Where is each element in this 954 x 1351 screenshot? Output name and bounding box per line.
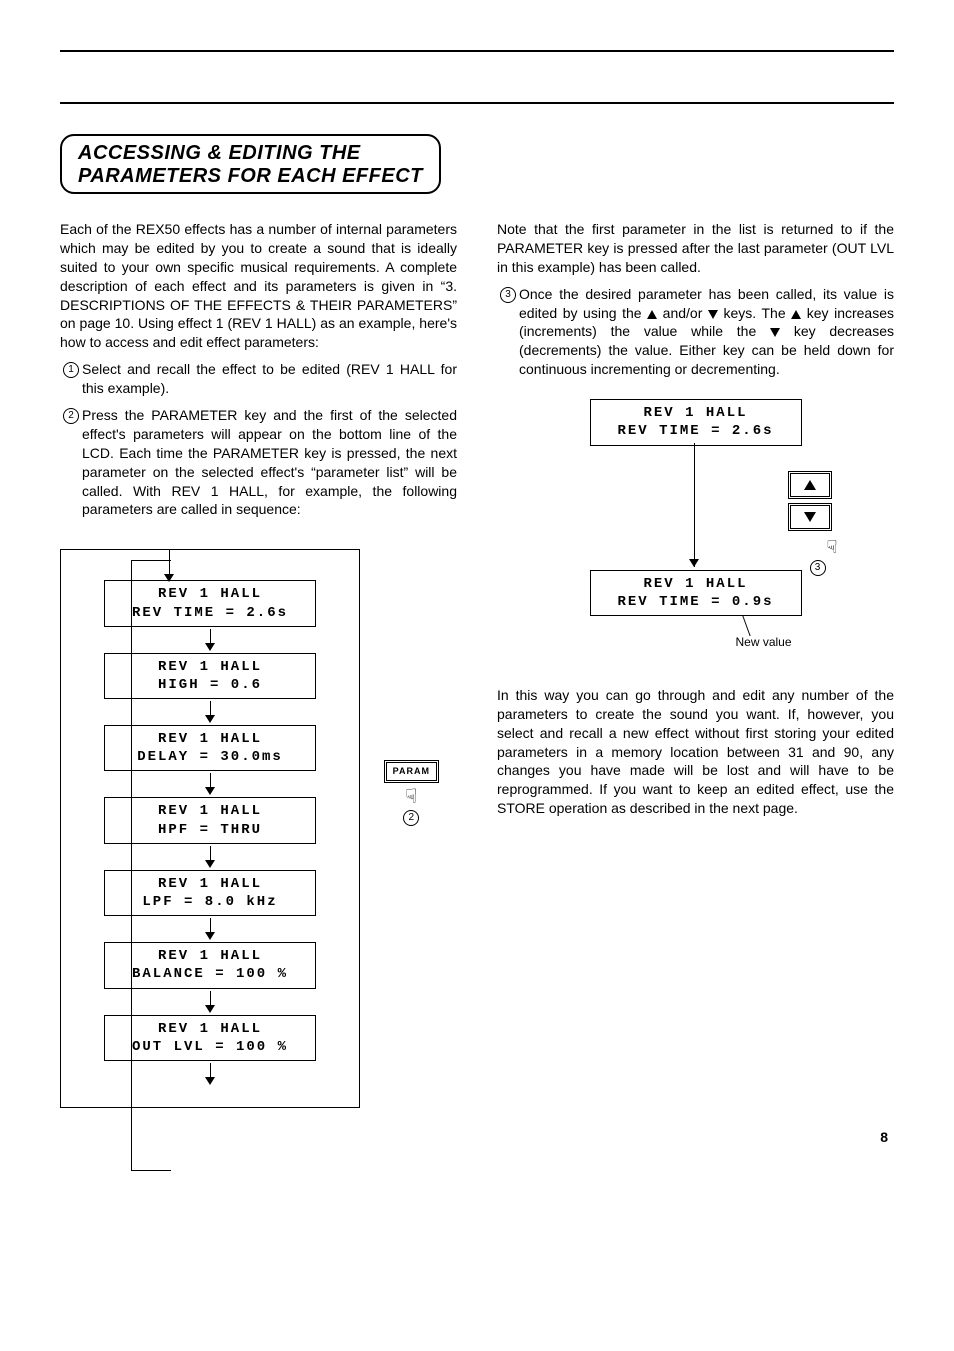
edit-after-lcd: REV 1 HALL REV TIME = 0.9s: [590, 570, 802, 616]
lcd-box-6: REV 1 HALL BALANCE = 100 %: [104, 942, 316, 988]
lcd-box-4: REV 1 HALL HPF = THRU: [104, 797, 316, 843]
rule-inner: [60, 102, 894, 104]
lcd6-l1: REV 1 HALL: [158, 948, 262, 964]
arrow-4: [101, 846, 319, 868]
connector-arrowhead: [689, 559, 699, 567]
lcd3-l2: DELAY = 30.0ms: [137, 749, 283, 765]
left-column: Each of the REX50 effects has a number o…: [60, 220, 457, 1108]
edit-before-l2: REV TIME = 2.6s: [617, 423, 773, 439]
edit-before-lcd: REV 1 HALL REV TIME = 2.6s: [590, 399, 802, 445]
lcd7-l2: OUT LVL = 100 %: [132, 1039, 288, 1055]
lcd5-l1: REV 1 HALL: [158, 876, 262, 892]
param-key: PARAM: [384, 760, 439, 782]
lcd-box-2: REV 1 HALL HIGH = 0.6: [104, 653, 316, 699]
arrow-5: [101, 918, 319, 940]
loop-top-h: [131, 560, 171, 561]
step-1: 1 Select and recall the effect to be edi…: [60, 360, 457, 398]
value-edit-diagram: REV 1 HALL REV TIME = 2.6s ☟ 3 REV 1 HAL…: [566, 399, 826, 646]
parameter-sequence-diagram: REV 1 HALL REV TIME = 2.6s REV 1 HALL HI…: [60, 549, 360, 1108]
arrow-2: [101, 701, 319, 723]
hand-press-icon-2: ☟: [788, 535, 838, 559]
lcd5-l2: LPF = 8.0 kHz: [142, 894, 277, 910]
triangle-up-icon-2: [791, 310, 801, 319]
lcd-box-7: REV 1 HALL OUT LVL = 100 %: [104, 1015, 316, 1061]
lcd1-l1: REV 1 HALL: [158, 586, 262, 602]
loop-entry-arrowhead: [164, 574, 174, 582]
lcd-box-1: REV 1 HALL REV TIME = 2.6s: [104, 580, 316, 626]
triangle-down-icon-2: [770, 328, 780, 337]
arrow-1: [101, 629, 319, 651]
new-value-pointer: New value: [566, 616, 826, 646]
triangle-down-icon: [708, 310, 718, 319]
edit-after-l1: REV 1 HALL: [643, 576, 747, 592]
lcd2-l1: REV 1 HALL: [158, 659, 262, 675]
step-3-number: 3: [500, 287, 516, 303]
connector-line: [694, 443, 695, 567]
arrow-6: [101, 991, 319, 1013]
lcd6-l2: BALANCE = 100 %: [132, 966, 288, 982]
step-3-ref: 3: [810, 560, 826, 576]
lcd1-l2: REV TIME = 2.6s: [132, 605, 288, 621]
note-paragraph: Note that the first parameter in the lis…: [497, 220, 894, 277]
decrement-key: [788, 503, 832, 531]
increment-key: [788, 471, 832, 499]
rule-top: [60, 50, 894, 52]
lcd7-l1: REV 1 HALL: [158, 1021, 262, 1037]
triangle-up-icon: [647, 310, 657, 319]
step-3: 3 Once the desired parameter has been ca…: [497, 285, 894, 379]
intro-paragraph: Each of the REX50 effects has a number o…: [60, 220, 457, 352]
lcd-box-3: REV 1 HALL DELAY = 30.0ms: [104, 725, 316, 771]
step-2-ref: 2: [403, 810, 419, 826]
closing-paragraph: In this way you can go through and edit …: [497, 686, 894, 818]
section-title: ACCESSING & EDITING THE PARAMETERS FOR E…: [60, 134, 441, 194]
lcd2-l2: HIGH = 0.6: [158, 677, 262, 693]
page-number: 8: [60, 1128, 894, 1147]
edit-before-l1: REV 1 HALL: [643, 405, 747, 421]
param-key-callout: PARAM ☟ 2: [384, 760, 439, 826]
right-column: Note that the first parameter in the lis…: [497, 220, 894, 826]
step-1-number: 1: [63, 362, 79, 378]
up-down-keys: ☟ 3: [788, 467, 832, 576]
lcd3-l1: REV 1 HALL: [158, 731, 262, 747]
new-value-label: New value: [736, 634, 792, 650]
arrow-3: [101, 773, 319, 795]
hand-press-icon: ☟: [405, 786, 417, 808]
step-1-text: Select and recall the effect to be edite…: [82, 360, 457, 398]
arrow-7: [101, 1063, 319, 1085]
title-line1: ACCESSING & EDITING THE: [78, 142, 361, 164]
loop-bottom-h: [131, 1170, 171, 1171]
step-2-number: 2: [63, 408, 79, 424]
edit-after-l2: REV TIME = 0.9s: [617, 594, 773, 610]
step-2: 2 Press the PARAMETER key and the first …: [60, 406, 457, 519]
step-3-text: Once the desired parameter has been call…: [519, 285, 894, 379]
lcd4-l2: HPF = THRU: [158, 822, 262, 838]
lcd-box-5: REV 1 HALL LPF = 8.0 kHz: [104, 870, 316, 916]
title-line2: PARAMETERS FOR EACH EFFECT: [78, 165, 423, 187]
step-2-text: Press the PARAMETER key and the first of…: [82, 406, 457, 519]
lcd4-l1: REV 1 HALL: [158, 803, 262, 819]
